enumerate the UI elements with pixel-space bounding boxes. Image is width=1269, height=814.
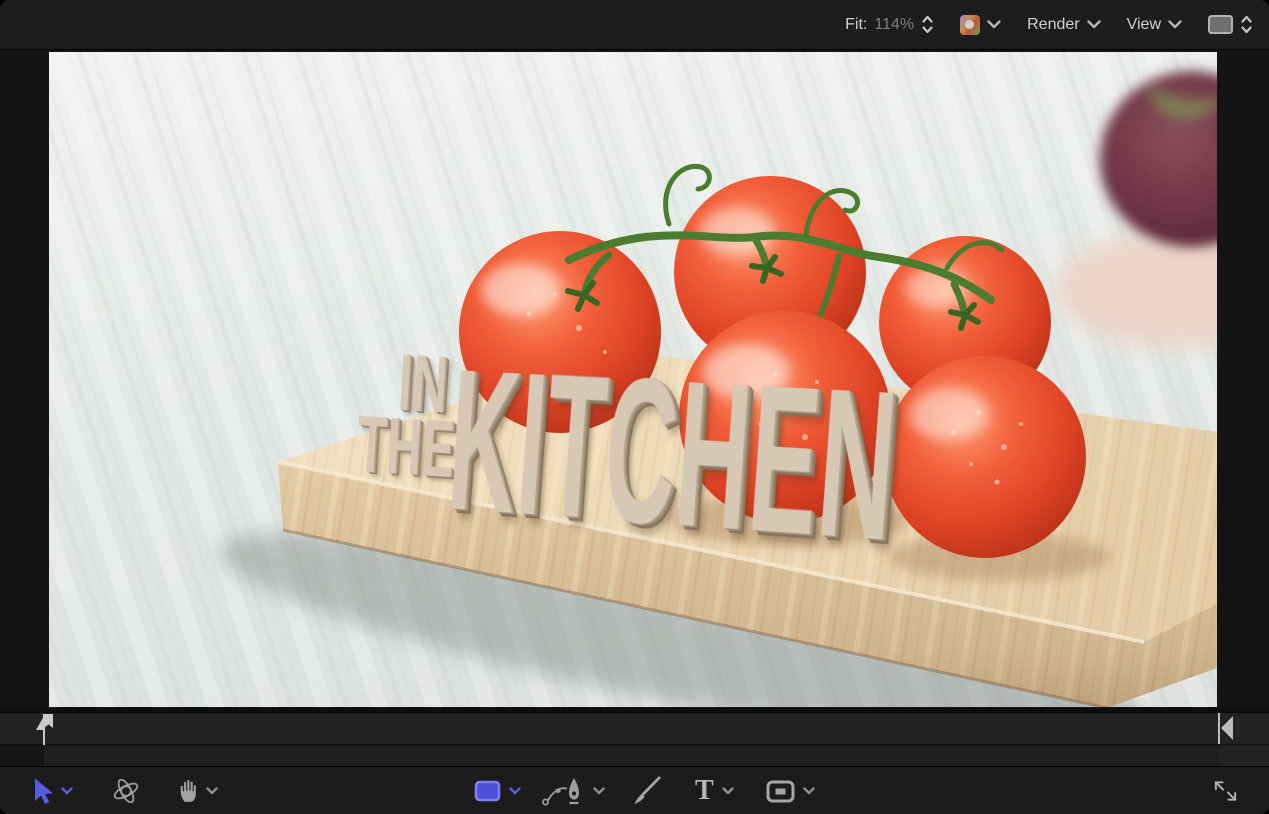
chevron-down-icon[interactable] [803, 787, 815, 795]
zoom-stepper-icon[interactable] [921, 14, 934, 35]
chevron-down-icon[interactable] [722, 787, 734, 795]
zoom-label: Fit: [845, 16, 867, 34]
timeline-scrubber-track[interactable] [0, 712, 1269, 744]
text-tool-button[interactable]: T [695, 767, 734, 814]
tool-toolbar: T [0, 766, 1269, 814]
orbit-tool-icon [112, 779, 140, 803]
app-window: Fit: 114% Render View [0, 0, 1269, 814]
chevron-down-icon[interactable] [593, 787, 605, 795]
color-swatch-icon [960, 15, 980, 35]
rect-tool-button[interactable] [474, 767, 521, 814]
expand-button[interactable] [1212, 767, 1239, 814]
render-menu-label: Render [1027, 16, 1079, 34]
chevron-down-icon[interactable] [509, 787, 521, 795]
canvas-viewport[interactable]: IN THE KITCHEN [49, 52, 1217, 707]
timeline-tail [1219, 745, 1269, 766]
chevron-down-icon[interactable] [206, 787, 218, 795]
mask-tool-icon [766, 780, 795, 803]
display-toggle-icon [1208, 15, 1233, 34]
chevron-down-icon[interactable] [61, 787, 73, 795]
display-stepper-icon [1240, 14, 1253, 35]
zoom-value: 114% [874, 16, 914, 34]
view-menu-label: View [1127, 16, 1161, 34]
chevron-down-icon [1087, 20, 1101, 29]
paint-tool-icon [630, 775, 662, 807]
display-control[interactable] [1208, 14, 1253, 35]
mask-tool-button[interactable] [766, 767, 815, 814]
chevron-down-icon [987, 20, 1001, 29]
color-controls-menu[interactable] [960, 15, 1001, 35]
select-tool-icon [32, 777, 53, 805]
mini-timeline[interactable] [0, 708, 1269, 766]
view-menu-button[interactable]: View [1127, 16, 1182, 34]
zoom-control[interactable]: Fit: 114% [845, 14, 934, 35]
select-tool-button[interactable] [32, 767, 73, 814]
expand-icon [1212, 778, 1239, 804]
top-toolbar: Fit: 114% Render View [0, 0, 1269, 50]
chevron-down-icon [1168, 20, 1182, 29]
text-tool-icon: T [695, 777, 714, 805]
rect-tool-icon [474, 780, 501, 802]
pan-tool-button[interactable] [178, 767, 218, 814]
timeline-range-track[interactable] [0, 745, 1269, 766]
bezier-tool-icon [541, 776, 585, 806]
orbit-tool-button[interactable] [112, 767, 140, 814]
paint-tool-button[interactable] [630, 767, 662, 814]
canvas-area: IN THE KITCHEN [0, 51, 1269, 708]
timeline-active-range[interactable] [44, 745, 1219, 766]
tomato-photo-scene [49, 52, 1217, 707]
render-menu-button[interactable]: Render [1027, 16, 1100, 34]
bezier-tool-button[interactable] [541, 767, 605, 814]
pan-tool-icon [178, 778, 198, 804]
